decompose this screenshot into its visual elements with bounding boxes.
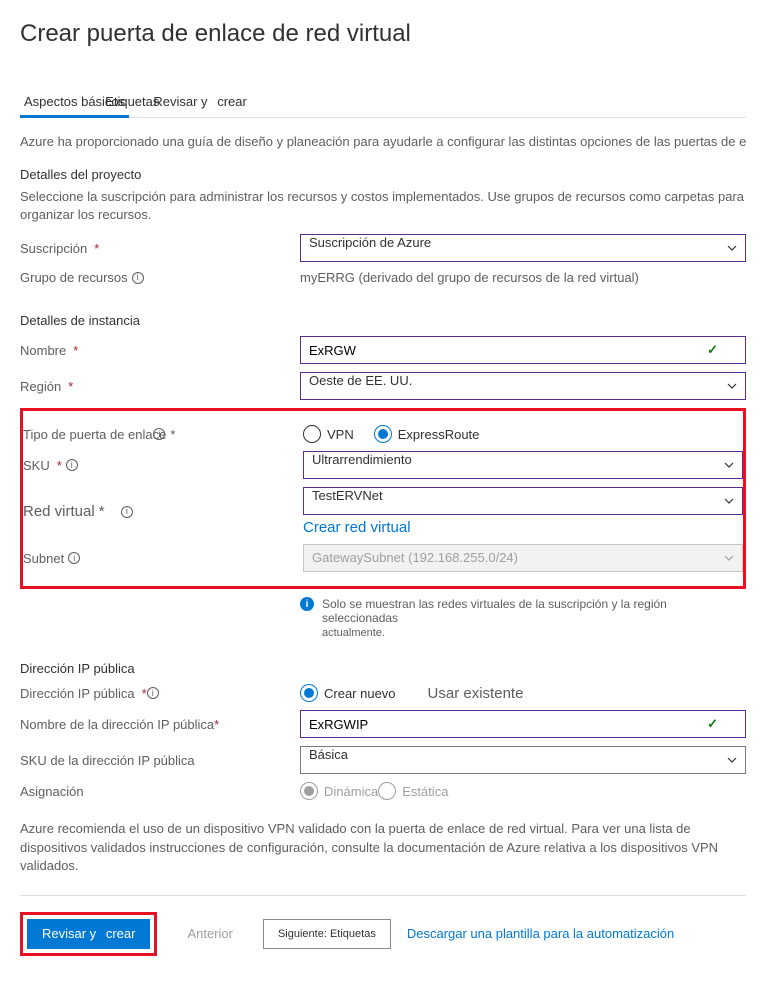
region-label: Región * [20, 379, 300, 394]
required-marker: * [57, 458, 62, 473]
subnet-select-disabled: GatewaySubnet (192.168.255.0/24) [303, 544, 743, 572]
radio-assignment-dynamic: Dinámica [300, 782, 378, 800]
required-marker: * [73, 343, 78, 358]
radio-vpn[interactable]: VPN [303, 425, 354, 443]
required-marker: * [170, 427, 175, 442]
required-marker: * [142, 686, 147, 701]
info-icon[interactable]: i [68, 552, 80, 564]
resource-group-label-text: Grupo de recursos [20, 270, 128, 285]
required-marker: * [68, 379, 73, 394]
subscription-select[interactable]: Suscripción de Azure [300, 234, 746, 262]
radio-circle-icon [300, 684, 318, 702]
required-marker: * [214, 717, 219, 732]
create-vnet-link[interactable]: Crear red virtual [303, 519, 743, 536]
highlight-box-review-button: Revisar y crear [20, 912, 157, 956]
subscription-label-text: Suscripción [20, 241, 87, 256]
radio-expressroute[interactable]: ExpressRoute [374, 425, 480, 443]
vnet-filter-info-text2: actualmente. [322, 627, 746, 639]
next-button[interactable]: Siguiente: Etiquetas [263, 919, 391, 949]
project-details-heading: Detalles del proyecto [20, 167, 746, 182]
info-icon[interactable]: i [132, 272, 144, 284]
region-select[interactable]: Oeste de EE. UU. [300, 372, 746, 400]
pip-name-label-text: Nombre de la dirección IP pública [20, 717, 214, 732]
instance-details-heading: Detalles de instancia [20, 313, 746, 328]
check-icon: ✓ [707, 716, 718, 732]
radio-circle-icon [300, 782, 318, 800]
create-word: crear [106, 926, 136, 941]
project-details-desc: Seleccione la suscripción para administr… [20, 188, 746, 224]
info-icon[interactable]: i [66, 459, 78, 471]
vnet-select[interactable]: TestERVNet [303, 487, 743, 515]
info-icon-blue: i [300, 597, 314, 611]
info-icon[interactable]: i [147, 687, 159, 699]
radio-pip-existing-label[interactable]: Usar existente [428, 685, 524, 702]
pip-sku-label: SKU de la dirección IP pública [20, 753, 300, 768]
highlight-box-gateway-section: Tipo de puerta de enlace * i VPN ExpressR… [20, 408, 746, 589]
vpn-device-note: Azure recomienda el uso de un dispositiv… [20, 820, 746, 875]
subscription-label: Suscripción * [20, 241, 300, 256]
pip-radio-label: Dirección IP pública *i [20, 686, 300, 701]
tab-create-word: crear [217, 94, 247, 109]
radio-assignment-static-label: Estática [402, 784, 448, 799]
required-marker: * [94, 241, 99, 256]
review-create-button[interactable]: Revisar y crear [27, 919, 150, 949]
radio-circle-icon [378, 782, 396, 800]
pip-radio-label-text: Dirección IP pública [20, 686, 135, 701]
download-template-link[interactable]: Descargar una plantilla para la automati… [407, 926, 674, 941]
vnet-label: Red virtual * i [23, 503, 303, 520]
assignment-label: Asignación [20, 784, 300, 799]
tab-review-word: Revisar y [153, 94, 207, 109]
radio-circle-icon [374, 425, 392, 443]
subnet-label-text: Subnet [23, 551, 64, 566]
resource-group-value: myERRG (derivado del grupo de recursos d… [300, 270, 746, 285]
pip-name-input[interactable] [300, 710, 746, 738]
radio-pip-new-label: Crear nuevo [324, 686, 396, 701]
radio-assignment-dynamic-label: Dinámica [324, 784, 378, 799]
pip-name-label: Nombre de la dirección IP pública* [20, 717, 300, 732]
intro-text: Azure ha proporcionado una guía de diseñ… [20, 134, 746, 149]
sku-label: SKU * i [23, 458, 303, 473]
vnet-filter-info-text1: Solo se muestran las redes virtuales de … [322, 597, 667, 625]
radio-pip-new[interactable]: Crear nuevo [300, 684, 396, 702]
tab-review-create[interactable]: Revisar y crear [149, 88, 250, 117]
radio-vpn-label: VPN [327, 427, 354, 442]
resource-group-label: Grupo de recursos i [20, 270, 300, 285]
check-icon: ✓ [707, 342, 718, 358]
radio-circle-icon [303, 425, 321, 443]
sku-label-text: SKU [23, 458, 50, 473]
radio-assignment-static: Estática [378, 782, 448, 800]
pip-sku-select[interactable]: Básica [300, 746, 746, 774]
sku-select[interactable]: Ultrarrendimiento [303, 451, 743, 479]
name-label-text: Nombre [20, 343, 66, 358]
pip-sku-label-text: SKU de la dirección IP pública [20, 753, 195, 768]
name-label: Nombre * [20, 343, 300, 358]
region-label-text: Región [20, 379, 61, 394]
previous-button: Anterior [173, 919, 247, 949]
tabs: Aspectos básicos Etiquetas Revisar y cre… [20, 88, 746, 118]
info-icon[interactable]: i [121, 506, 133, 518]
public-ip-heading: Dirección IP pública [20, 661, 746, 676]
assignment-label-text: Asignación [20, 784, 84, 799]
footer: Revisar y crear Anterior Siguiente: Etiq… [20, 895, 746, 972]
subnet-label: Subnet i [23, 551, 303, 566]
required-marker: * [99, 503, 105, 520]
vnet-filter-info: i Solo se muestran las redes virtuales d… [300, 597, 746, 639]
radio-expressroute-label: ExpressRoute [398, 427, 480, 442]
gateway-type-label: Tipo de puerta de enlace* i [23, 427, 303, 442]
page-title: Crear puerta de enlace de red virtual [20, 20, 746, 48]
review-word: Revisar y [42, 926, 96, 941]
name-input[interactable] [300, 336, 746, 364]
gateway-type-label-text: Tipo de puerta de enlace [23, 427, 166, 442]
vnet-label-text: Red virtual [23, 503, 95, 520]
